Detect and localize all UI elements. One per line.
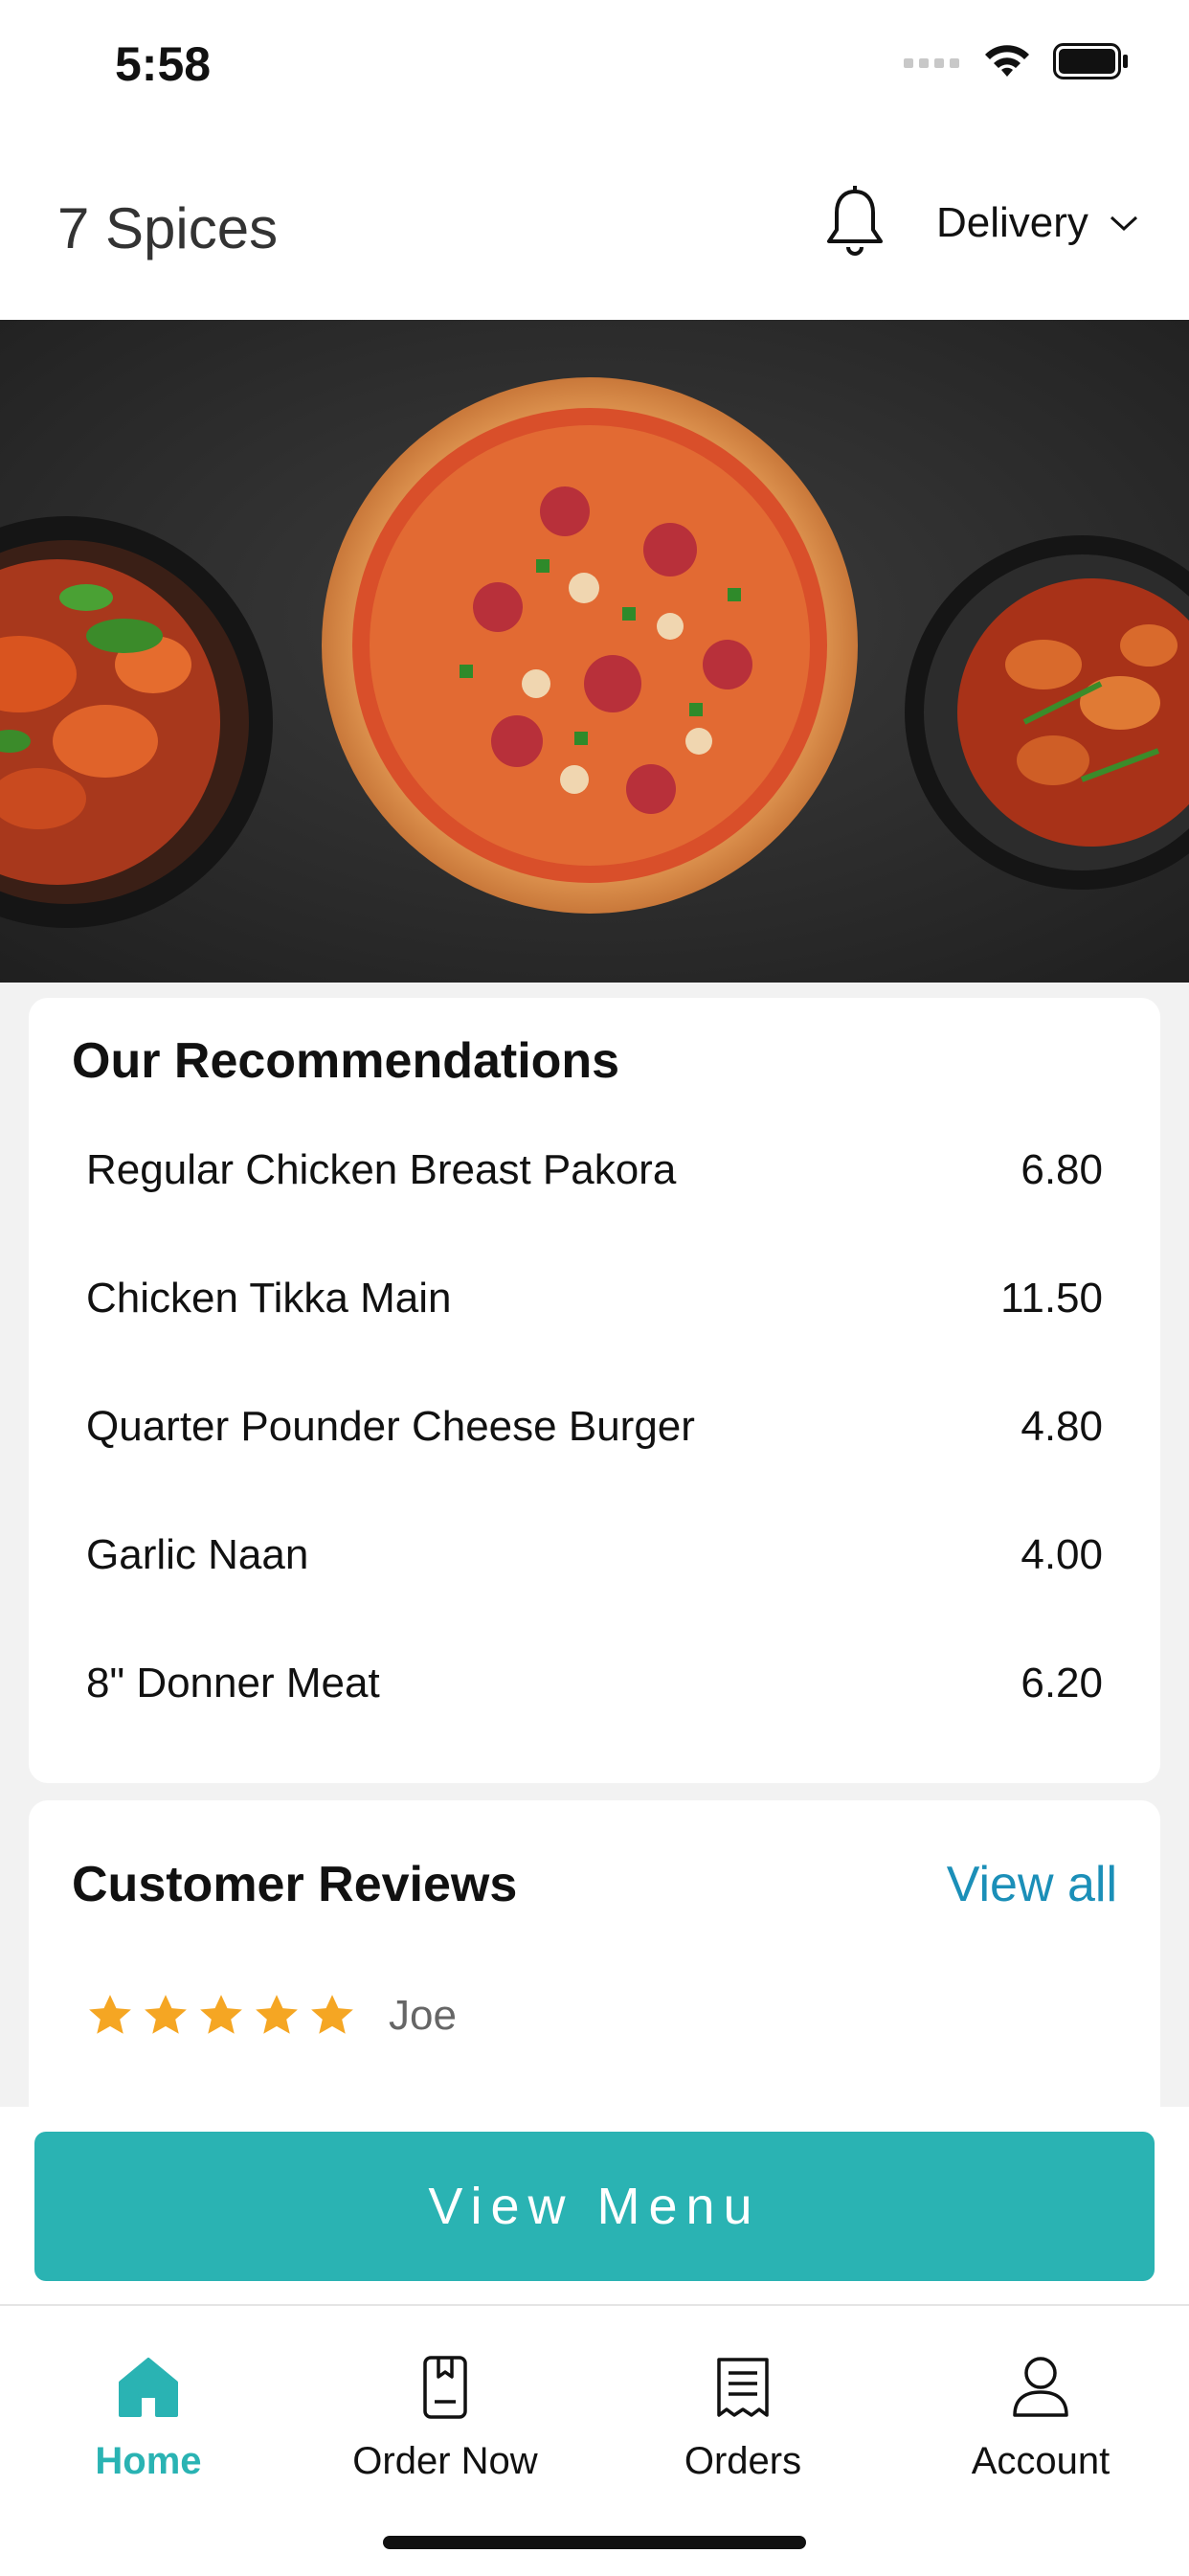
chevron-down-icon: [1110, 215, 1137, 232]
tab-label: Home: [95, 2440, 202, 2482]
account-icon: [1013, 2357, 1068, 2417]
receipt-icon: [717, 2358, 769, 2417]
item-price: 4.00: [1021, 1531, 1103, 1578]
item-price: 6.20: [1021, 1660, 1103, 1706]
tab-home[interactable]: Home: [14, 2354, 282, 2497]
status-time: 5:58: [115, 37, 212, 91]
status-bar: 5:58: [0, 0, 1189, 126]
recommendations-card: Our Recommendations Regular Chicken Brea…: [29, 998, 1160, 1783]
tab-label: Orders: [684, 2440, 802, 2482]
item-price: 4.80: [1021, 1403, 1103, 1450]
tab-account[interactable]: Account: [907, 2354, 1175, 2497]
order-now-icon: [423, 2356, 467, 2419]
home-icon: [119, 2358, 178, 2417]
item-price: 6.80: [1021, 1146, 1103, 1193]
reviews-title: Customer Reviews: [72, 1857, 518, 1912]
reviewer-name: Joe: [389, 1992, 457, 2039]
star-icon: [311, 1995, 353, 2034]
view-menu-button[interactable]: View Menu: [34, 2132, 1155, 2281]
item-name: Regular Chicken Breast Pakora: [86, 1146, 677, 1193]
item-name: Chicken Tikka Main: [86, 1275, 452, 1322]
star-icon: [256, 1995, 298, 2034]
item-name: Quarter Pounder Cheese Burger: [86, 1403, 695, 1450]
tab-order-now[interactable]: Order Now: [311, 2354, 579, 2497]
status-icons: [904, 42, 1130, 80]
view-all-reviews-link[interactable]: View all: [947, 1856, 1117, 1913]
recommendations-title: Our Recommendations: [72, 1033, 620, 1089]
recommendation-item[interactable]: Garlic Naan 4.00: [86, 1507, 1103, 1603]
review-item[interactable]: Joe: [86, 1992, 457, 2040]
hero-food-image: [0, 320, 1189, 983]
recommendation-item[interactable]: Quarter Pounder Cheese Burger 4.80: [86, 1379, 1103, 1475]
item-name: 8" Donner Meat: [86, 1660, 380, 1706]
tab-label: Order Now: [352, 2440, 538, 2482]
recommendation-item[interactable]: Chicken Tikka Main 11.50: [86, 1251, 1103, 1346]
item-price: 11.50: [1000, 1275, 1103, 1322]
delivery-mode-dropdown[interactable]: Delivery: [936, 199, 1138, 247]
delivery-mode-label: Delivery: [936, 199, 1088, 246]
star-icon: [145, 1995, 187, 2034]
recommendation-item[interactable]: Regular Chicken Breast Pakora 6.80: [86, 1122, 1103, 1218]
item-name: Garlic Naan: [86, 1531, 309, 1578]
signal-icon: [904, 58, 959, 68]
star-icon: [200, 1995, 242, 2034]
app-header: 7 Spices Delivery: [0, 126, 1189, 320]
tab-label: Account: [971, 2440, 1110, 2482]
star-icon: [89, 1995, 131, 2034]
battery-icon: [1053, 43, 1128, 79]
home-indicator: [383, 2536, 806, 2549]
recommendation-item[interactable]: 8" Donner Meat 6.20: [86, 1636, 1103, 1731]
tab-orders[interactable]: Orders: [609, 2354, 877, 2497]
notification-bell-icon[interactable]: [821, 184, 888, 260]
restaurant-name: 7 Spices: [57, 196, 279, 260]
cta-bar: View Menu: [0, 2107, 1189, 2304]
wifi-icon: [985, 45, 1029, 77]
